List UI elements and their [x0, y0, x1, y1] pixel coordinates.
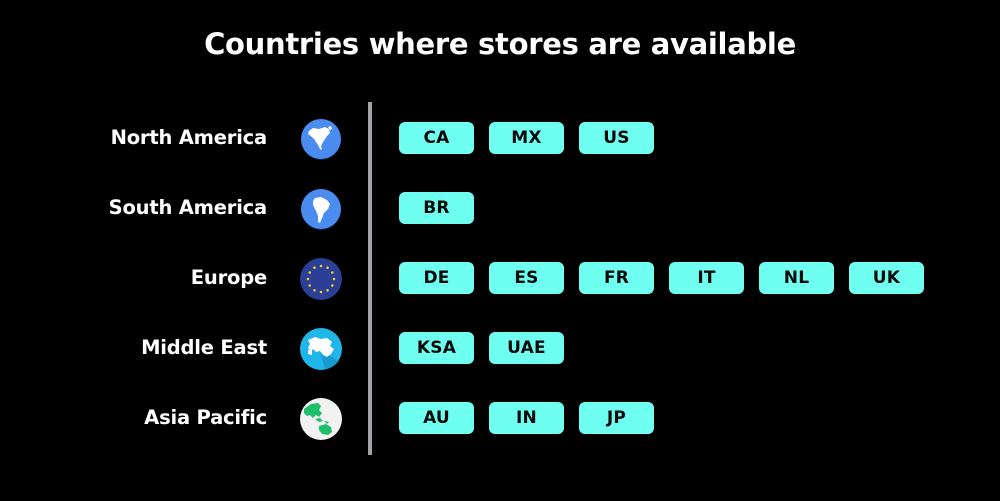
middle-east-map-icon	[299, 327, 343, 371]
country-list: AU IN JP	[399, 402, 654, 434]
country-pill-fr[interactable]: FR	[579, 262, 654, 294]
region-label: South America	[108, 196, 268, 219]
country-list: KSA UAE	[399, 332, 564, 364]
country-pill-au[interactable]: AU	[399, 402, 474, 434]
eu-flag-icon	[299, 257, 343, 301]
north-america-globe-icon	[299, 117, 343, 161]
region-row-middle-east: Middle East KSA UAE	[0, 327, 1000, 371]
region-row-north-america: North America CA MX US	[0, 117, 1000, 161]
region-label: North America	[110, 126, 268, 149]
region-label: Middle East	[141, 336, 267, 359]
country-pill-jp[interactable]: JP	[579, 402, 654, 434]
region-row-south-america: South America BR	[0, 187, 1000, 231]
country-list: BR	[399, 192, 474, 224]
page-title: Countries where stores are available	[204, 27, 796, 61]
country-pill-de[interactable]: DE	[399, 262, 474, 294]
country-pill-mx[interactable]: MX	[489, 122, 564, 154]
asia-pacific-globe-icon	[299, 397, 343, 441]
country-pill-in[interactable]: IN	[489, 402, 564, 434]
region-row-asia-pacific: Asia Pacific AU IN JP	[0, 397, 1000, 441]
country-pill-it[interactable]: IT	[669, 262, 744, 294]
country-list: DE ES FR IT NL UK	[399, 262, 924, 294]
country-pill-ksa[interactable]: KSA	[399, 332, 474, 364]
country-list: CA MX US	[399, 122, 654, 154]
country-pill-ca[interactable]: CA	[399, 122, 474, 154]
country-pill-uk[interactable]: UK	[849, 262, 924, 294]
south-america-globe-icon	[299, 187, 343, 231]
country-pill-es[interactable]: ES	[489, 262, 564, 294]
region-label: Europe	[190, 266, 267, 289]
country-pill-br[interactable]: BR	[399, 192, 474, 224]
country-pill-nl[interactable]: NL	[759, 262, 834, 294]
country-pill-uae[interactable]: UAE	[489, 332, 564, 364]
country-pill-us[interactable]: US	[579, 122, 654, 154]
region-label: Asia Pacific	[144, 406, 267, 429]
region-row-europe: Europe DE ES FR IT NL UK	[0, 257, 1000, 301]
